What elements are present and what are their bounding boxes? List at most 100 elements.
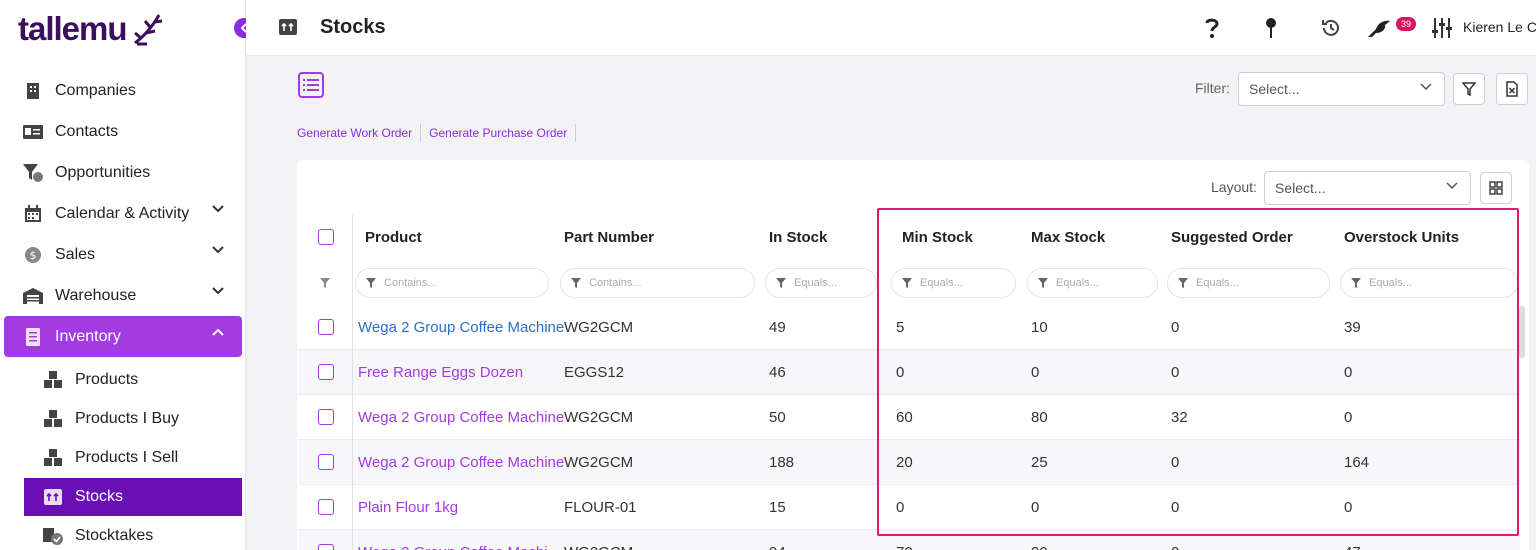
vertical-scrollbar[interactable] — [1519, 306, 1525, 358]
layout-select[interactable]: Select... — [1264, 171, 1471, 205]
part-number-filter-input[interactable]: Contains... — [560, 268, 755, 298]
product-link[interactable]: Wega 2 Group Coffee Machine — [358, 305, 564, 349]
filter-placeholder: Contains... — [589, 277, 642, 289]
in-stock-filter-input[interactable]: Equals... — [765, 268, 877, 298]
sidebar-item-label: Sales — [55, 245, 96, 263]
chevron-up-icon — [212, 328, 224, 336]
checkbox[interactable] — [318, 454, 334, 470]
sidebar-item-calendar[interactable]: Calendar & Activity — [4, 193, 242, 234]
product-link[interactable]: Wega 2 Group Coffee Machine — [358, 440, 564, 484]
row-checkbox[interactable] — [318, 350, 334, 394]
funnel-icon — [320, 278, 330, 288]
row-checkbox[interactable] — [318, 485, 334, 529]
filter-select[interactable]: Select... — [1238, 72, 1445, 106]
in-stock-cell: 94 — [769, 530, 786, 550]
column-header-in-stock[interactable]: In Stock — [769, 214, 827, 260]
stocks-icon — [279, 19, 297, 35]
column-header-part-number[interactable]: Part Number — [564, 214, 654, 260]
stock-columns-highlight — [877, 208, 1519, 536]
checkbox[interactable] — [318, 364, 334, 380]
page-title: Stocks — [320, 16, 386, 38]
filter-label: Filter: — [1195, 80, 1230, 96]
help-icon[interactable] — [1204, 14, 1220, 42]
sidebar: tallemu Companies Contacts Opportunities… — [0, 0, 246, 550]
row-checkbox[interactable] — [318, 440, 334, 484]
product-link[interactable]: Wega 2 Group Coffee Machi — [358, 530, 548, 550]
sidebar-subitem-stocktakes[interactable]: Stocktakes — [24, 517, 242, 550]
layout-label: Layout: — [1211, 179, 1257, 195]
stocks-icon — [42, 486, 64, 508]
part-number-cell: WG2GCM — [564, 530, 633, 550]
checkbox[interactable] — [318, 409, 334, 425]
logo[interactable]: tallemu — [18, 8, 165, 50]
checkbox[interactable] — [318, 544, 334, 550]
top-bar: Stocks 39 Kieren Le Co — [246, 0, 1536, 56]
checkbox[interactable] — [318, 229, 334, 245]
settings-sliders-icon[interactable] — [1432, 14, 1452, 42]
calendar-icon — [22, 203, 44, 225]
sidebar-item-label: Contacts — [55, 122, 119, 140]
sidebar-subitem-products[interactable]: Products — [24, 361, 242, 399]
logo-text: tallemu — [18, 10, 128, 47]
funnel-dollar-icon — [22, 162, 44, 184]
filter-placeholder: Equals... — [794, 277, 837, 289]
sidebar-subitem-stocks[interactable]: Stocks — [24, 478, 242, 516]
dollar-icon: $ — [22, 244, 44, 266]
sidebar-subitem-label: Products I Buy — [75, 410, 180, 427]
layout-select-value: Select... — [1275, 180, 1326, 196]
divider — [575, 124, 577, 142]
sidebar-item-warehouse[interactable]: Warehouse — [4, 275, 242, 316]
funnel-icon — [571, 278, 581, 288]
sidebar-subitem-label: Products I Sell — [75, 449, 179, 466]
pin-icon[interactable] — [1264, 14, 1278, 42]
boxes-icon — [42, 447, 64, 469]
row-checkbox[interactable] — [318, 305, 334, 349]
part-number-cell: EGGS12 — [564, 363, 625, 381]
filter-button[interactable] — [1453, 73, 1485, 105]
sidebar-subitem-label: Stocks — [75, 488, 124, 505]
export-excel-button[interactable] — [1496, 73, 1528, 105]
bird-notifications-icon[interactable] — [1366, 14, 1392, 42]
product-link[interactable]: Free Range Eggs Dozen — [358, 350, 523, 394]
building-icon — [22, 80, 44, 102]
action-links: Generate Work Order Generate Purchase Or… — [297, 124, 577, 142]
boxes-icon — [42, 408, 64, 430]
part-number-cell: WG2GCM — [564, 408, 634, 426]
stocktake-icon — [42, 525, 64, 547]
sidebar-subitem-products-i-buy[interactable]: Products I Buy — [24, 400, 242, 438]
chevron-down-icon — [212, 246, 224, 254]
sidebar-subitem-label: Stocktakes — [75, 527, 154, 544]
generate-work-order-link[interactable]: Generate Work Order — [297, 126, 420, 140]
select-all-checkbox[interactable] — [318, 214, 334, 260]
checkbox[interactable] — [318, 319, 334, 335]
part-number-cell: FLOUR-01 — [564, 498, 637, 516]
generate-purchase-order-link[interactable]: Generate Purchase Order — [421, 126, 575, 140]
sidebar-item-companies[interactable]: Companies — [4, 70, 242, 111]
row-checkbox[interactable] — [318, 530, 334, 550]
sidebar-item-inventory[interactable]: Inventory — [4, 316, 242, 357]
chevron-down-icon — [1446, 182, 1458, 190]
chevron-down-icon — [1420, 83, 1432, 91]
sidebar-item-opportunities[interactable]: Opportunities — [4, 152, 242, 193]
product-link[interactable]: Wega 2 Group Coffee Machine — [358, 395, 564, 439]
user-name[interactable]: Kieren Le Co — [1463, 19, 1536, 35]
history-icon[interactable] — [1320, 14, 1342, 42]
product-link[interactable]: Plain Flour 1kg — [358, 485, 458, 529]
funnel-icon — [366, 278, 376, 288]
sidebar-subitem-products-i-sell[interactable]: Products I Sell — [24, 439, 242, 477]
funnel-icon — [1462, 82, 1476, 96]
list-view-button[interactable] — [298, 72, 324, 98]
chevron-down-icon — [212, 205, 224, 213]
row-checkbox[interactable] — [318, 395, 334, 439]
column-divider[interactable] — [352, 214, 353, 550]
checkbox[interactable] — [318, 499, 334, 515]
in-stock-cell: 50 — [769, 408, 786, 426]
column-header-product[interactable]: Product — [365, 214, 422, 260]
warehouse-icon — [22, 285, 44, 307]
sidebar-item-sales[interactable]: $ Sales — [4, 234, 242, 275]
sidebar-item-contacts[interactable]: Contacts — [4, 111, 242, 152]
part-number-cell: WG2GCM — [564, 318, 634, 336]
product-filter-input[interactable]: Contains... — [355, 268, 549, 298]
layout-grid-button[interactable] — [1480, 172, 1512, 204]
in-stock-cell: 15 — [769, 498, 786, 516]
